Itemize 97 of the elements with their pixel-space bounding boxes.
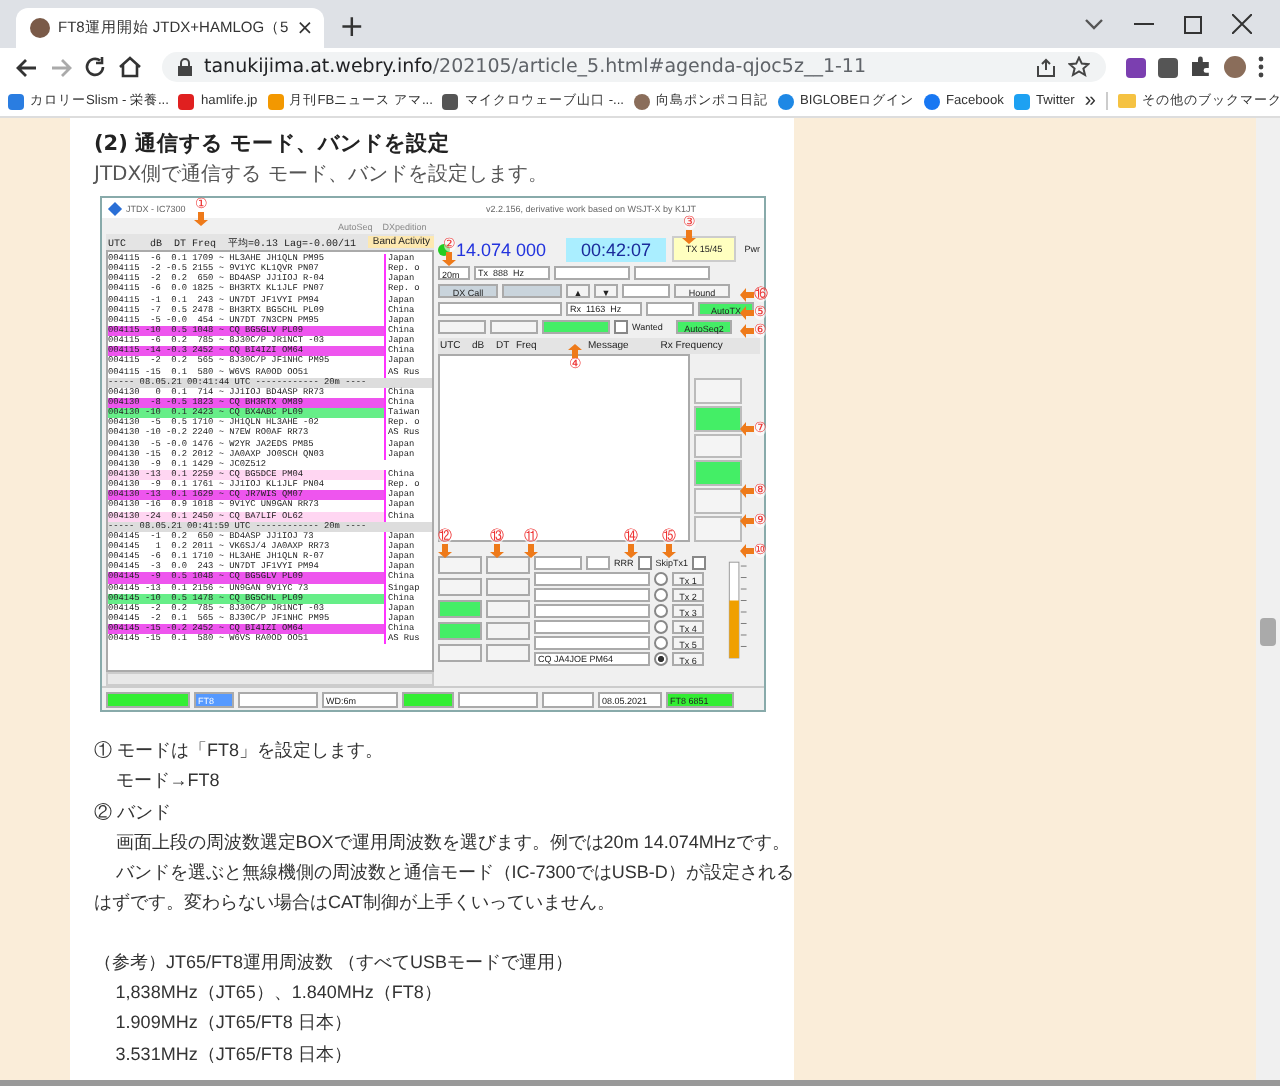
control-button[interactable]	[694, 516, 742, 542]
radio-button[interactable]	[654, 588, 668, 602]
arrow-icon	[568, 344, 582, 358]
address-bar[interactable]: tanukijima.at.webry.info/202105/article_5.html#agenda-qjoc5z__1-11	[162, 52, 1106, 82]
add-button[interactable]	[490, 319, 538, 333]
body-text: 1.909MHz（JT65/FT8 日本）	[113, 1010, 354, 1037]
menu-icon[interactable]	[1258, 56, 1264, 78]
chevron-down-icon[interactable]	[1084, 18, 1104, 30]
app-logo-icon	[107, 200, 123, 216]
tx-message-field[interactable]	[534, 604, 650, 618]
square-extension-icon[interactable]	[1158, 57, 1178, 77]
arrow-icon	[624, 544, 638, 558]
input-field[interactable]	[438, 301, 562, 315]
home-icon[interactable]	[118, 56, 142, 78]
profile-avatar-icon[interactable]	[1224, 56, 1246, 78]
split-button[interactable]	[542, 319, 610, 333]
body-text: （参考）JT65/FT8運用周波数 （すべてUSBモードで運用）	[94, 949, 576, 976]
arrow-icon	[524, 544, 538, 558]
input-field[interactable]	[622, 283, 670, 297]
lock-icon	[178, 58, 192, 76]
body-text: モード→FT8	[113, 768, 222, 795]
control-button[interactable]	[438, 622, 482, 640]
input-field[interactable]	[646, 301, 694, 315]
body-text: ② バンド	[94, 799, 174, 826]
site-avatar-icon	[30, 18, 50, 38]
control-button[interactable]	[486, 644, 530, 662]
control-button[interactable]	[694, 460, 742, 487]
new-tab-button[interactable]: +	[339, 10, 365, 42]
radio-button[interactable]	[654, 636, 668, 650]
reload-icon[interactable]	[84, 56, 106, 78]
radio-button[interactable]	[654, 604, 668, 618]
clock-display: 00:42:07	[566, 237, 666, 261]
status-panel	[542, 691, 594, 707]
control-button[interactable]	[694, 433, 742, 459]
notebook-extension-icon[interactable]	[1126, 57, 1146, 77]
puzzle-icon[interactable]	[1190, 56, 1212, 78]
arrow-icon	[740, 422, 754, 436]
control-button[interactable]	[438, 578, 482, 596]
input-field[interactable]	[634, 265, 710, 279]
tx-message-field[interactable]	[534, 620, 650, 634]
input-field[interactable]	[586, 556, 610, 570]
arrow-icon	[490, 544, 504, 558]
status-panel	[238, 691, 318, 707]
radio-button[interactable]	[654, 572, 668, 586]
control-button[interactable]	[486, 556, 530, 574]
arrow-icon	[740, 544, 754, 558]
control-button[interactable]	[694, 405, 742, 432]
minimize-icon[interactable]	[1134, 22, 1154, 26]
url-text: tanukijima.at.webry.info/202105/article_5.html#agenda-qjoc5z__1-11	[204, 56, 867, 78]
radio-button[interactable]	[654, 620, 668, 634]
arrow-icon	[438, 544, 452, 558]
arrow-icon	[682, 230, 696, 244]
scrollbar-thumb[interactable]	[1260, 618, 1276, 646]
arrow-icon	[740, 514, 754, 528]
control-button[interactable]	[438, 600, 482, 618]
input-field[interactable]	[534, 556, 582, 570]
frequency-display: 14.074 000	[456, 239, 549, 259]
body-text: 画面上段の周波数選定BOXで運用周波数を選びます。例では20m 14.074MHzです。	[113, 829, 792, 856]
body-text: ① モードは「FT8」を設定します。	[94, 738, 386, 764]
dx-grid-button[interactable]	[502, 283, 562, 297]
star-icon[interactable]	[1068, 56, 1090, 78]
receiving-status	[106, 691, 190, 707]
arrow-icon	[442, 252, 456, 266]
radio-button[interactable]	[654, 652, 668, 666]
wanted-checkbox[interactable]	[614, 319, 628, 333]
back-arrow-icon[interactable]	[16, 57, 38, 77]
arrow-icon	[194, 212, 208, 226]
horizontal-scrollbar[interactable]	[106, 672, 434, 686]
section-heading: (2) 通信する モード、バンドを設定	[94, 130, 453, 160]
close-tab-button[interactable]: ×	[296, 17, 314, 39]
control-button[interactable]	[694, 378, 742, 404]
control-button[interactable]	[694, 488, 742, 515]
skip-tx1-checkbox[interactable]	[692, 556, 707, 570]
control-button[interactable]	[486, 600, 530, 618]
control-button[interactable]	[438, 556, 482, 574]
body-text: バンドを選ぶと無線機側の周波数と通信モード（IC-7300ではUSB-D）が設定されるはずです。変わらない場合はCAT制御が上手くいっていません。	[94, 860, 794, 917]
close-icon[interactable]	[1232, 14, 1252, 34]
body-text: 3.531MHz（JT65/FT8 日本）	[113, 1041, 354, 1068]
lead-text: JTDX側で通信する モード、バンドを設定します。	[94, 161, 550, 190]
arrow-icon	[740, 484, 754, 498]
control-button[interactable]	[438, 644, 482, 662]
tx-message-field[interactable]	[534, 572, 650, 586]
search-button[interactable]	[438, 319, 486, 333]
tx-message-field[interactable]	[534, 636, 650, 650]
maximize-icon[interactable]	[1184, 15, 1202, 33]
input-field[interactable]	[554, 265, 630, 279]
rrr-checkbox[interactable]	[637, 556, 652, 570]
arrow-icon	[662, 544, 676, 558]
share-icon[interactable]	[1036, 57, 1056, 77]
control-button[interactable]	[486, 622, 530, 640]
status-panel	[458, 691, 538, 707]
tx-message-field[interactable]	[534, 588, 650, 602]
forward-arrow-icon[interactable]	[50, 57, 72, 77]
body-text: 1,838MHz（JT65）、1.840MHz（FT8）	[113, 980, 444, 1007]
more-bookmarks-button[interactable]: »	[1084, 90, 1096, 112]
status-panel	[402, 691, 454, 707]
control-button[interactable]	[486, 578, 530, 596]
